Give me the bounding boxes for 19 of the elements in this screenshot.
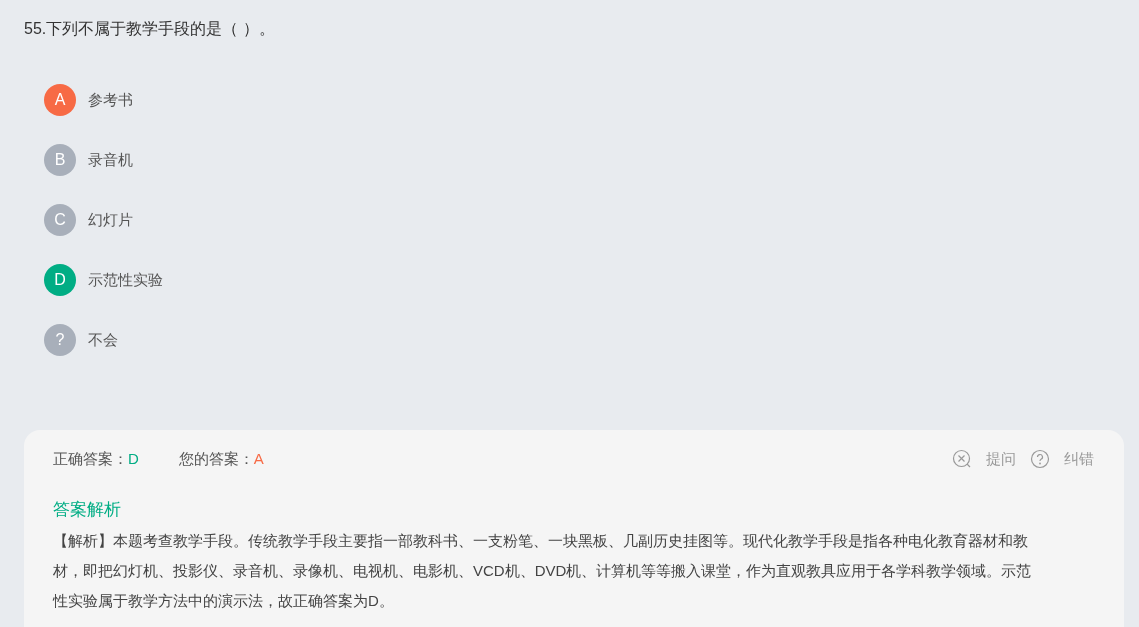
option-text: 幻灯片 xyxy=(88,210,133,230)
option-letter[interactable]: D xyxy=(44,264,76,296)
option-text: 不会 xyxy=(88,330,118,350)
close-circle-icon xyxy=(952,449,972,469)
analysis-text: 【解析】本题考查教学手段。传统教学手段主要指一部教科书、一支粉笔、一块黑板、几副历史挂图等。现代化教学手段是指各种电化教育器材和教材，即把幻灯机、投影仪、录音机、录像机、电视机、电影机、VCD机、DVD机、计算机等等搬入课堂，作为直观教具应用于各学科教学领域。示范性实验属于教学方法中的演示法，故正确答案为D。 xyxy=(53,531,1032,611)
option-letter[interactable]: ? xyxy=(44,324,76,356)
option-letter[interactable]: C xyxy=(44,204,76,236)
correct-answer-label: 正确答案：D xyxy=(53,449,139,469)
option-text: 参考书 xyxy=(88,90,133,110)
report-error-button[interactable]: 纠错 xyxy=(1030,449,1094,469)
option-letter[interactable]: A xyxy=(44,84,76,116)
option-letter[interactable]: B xyxy=(44,144,76,176)
help-icon xyxy=(1030,449,1050,469)
ask-button[interactable]: 提问 xyxy=(952,449,1016,469)
your-answer-label: 您的答案：A xyxy=(178,449,264,469)
analysis-title: 答案解析 xyxy=(53,499,122,521)
question-text: 55.下列不属于教学手段的是（ ）。 xyxy=(23,19,276,39)
option-text: 示范性实验 xyxy=(88,270,163,290)
option-text: 录音机 xyxy=(88,150,133,170)
